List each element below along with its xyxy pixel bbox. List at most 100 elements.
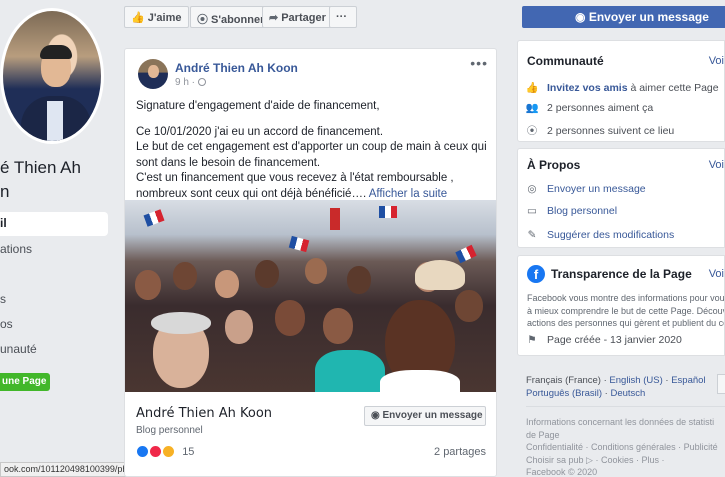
flag-shape (288, 235, 310, 253)
language-portuguese[interactable]: Português (Brasil) (526, 388, 602, 399)
community-see-all[interactable]: Voi (709, 55, 724, 67)
footer-line[interactable]: Informations concernant les données de s… (526, 416, 718, 429)
rss-icon: ⦿ (526, 125, 538, 137)
post-author[interactable]: André Thien Ah Koon (175, 61, 298, 75)
about-see-all[interactable]: Voi (709, 159, 724, 171)
about-category-row: ▭ Blog personnel (525, 205, 617, 217)
post-time-text: 9 h · (175, 77, 196, 88)
about-title: À Propos (527, 158, 581, 172)
likes-text: 2 personnes aiment ça (547, 102, 654, 114)
like-reaction-icon (136, 445, 149, 458)
suggest-row[interactable]: ✎ Suggérer des modifications (525, 229, 675, 241)
post-line-text: nombreux sont ceux qui ont déjà bénéfici… (136, 187, 367, 200)
post-message-button[interactable]: ◉ Envoyer un message (364, 406, 486, 426)
more-button[interactable]: ··· (329, 6, 357, 28)
flag-shape (379, 206, 397, 218)
nav-photos[interactable]: os (0, 313, 108, 337)
shared-page-name[interactable]: André Thien Ah Koon (136, 406, 272, 421)
crowd-face (173, 262, 197, 290)
avatar-hair (40, 45, 72, 59)
crowd-face (135, 270, 161, 300)
suggest-link[interactable]: Suggérer des modifications (547, 229, 674, 241)
footer-line[interactable]: Choisir sa pub ▷ · Cookies · Plus · (526, 454, 718, 467)
messenger-icon: ◉ (371, 410, 383, 421)
author-avatar-head (148, 65, 159, 78)
language-spanish[interactable]: Español (671, 375, 705, 386)
shared-page-category: Blog personnel (136, 425, 203, 436)
haha-reaction-icon (162, 445, 176, 458)
like-button[interactable]: 👍 J'aime (124, 6, 189, 28)
language-german[interactable]: Deutsch (610, 388, 645, 399)
followers-text: 2 personnes suivent ce lieu (547, 125, 675, 137)
share-label: Partager (281, 12, 326, 24)
flag-icon: ⚑ (527, 334, 537, 346)
about-message-row[interactable]: ◎ Envoyer un message (525, 183, 646, 195)
language-english[interactable]: English (US) (609, 375, 662, 386)
transparency-desc-line: Facebook vous montre des informations po… (527, 293, 725, 303)
invite-row[interactable]: 👍 Invitez vos amis à aimer cette Page (525, 81, 718, 94)
transparency-description: Facebook vous montre des informations po… (527, 292, 725, 330)
hat-shape (415, 260, 465, 290)
likes-row: 👥 2 personnes aiment ça (525, 101, 653, 114)
nav-community[interactable]: unauté (0, 338, 108, 362)
crowd-face (347, 266, 371, 294)
rss-icon: ⦿ (197, 14, 208, 26)
transparency-title: Transparence de la Page (551, 267, 692, 281)
about-message-link[interactable]: Envoyer un message (547, 183, 646, 195)
messenger-icon: ◎ (527, 183, 537, 195)
follow-button[interactable]: ⦿ S'abonner (190, 6, 272, 28)
post-timestamp[interactable]: 9 h · (175, 77, 207, 88)
post-line: Ce 10/01/2020 j'ai eu un accord de finan… (136, 125, 384, 138)
post-photo[interactable] (125, 200, 496, 392)
post-text: Signature d'engagement d'aide de finance… (136, 99, 491, 202)
post-options-icon[interactable]: ••• (470, 55, 488, 71)
reaction-summary[interactable]: 15 (136, 445, 194, 458)
followers-row: ⦿ 2 personnes suivent ce lieu (525, 123, 675, 138)
community-title: Communauté (527, 54, 604, 68)
transparency-see-all[interactable]: Voi (709, 268, 724, 280)
share-count[interactable]: 2 partages (434, 446, 486, 458)
author-avatar[interactable] (138, 59, 168, 89)
post-line: Le but de cet engagement est d'apporter … (136, 141, 487, 153)
crowd-face (225, 310, 253, 344)
reaction-count: 15 (182, 446, 195, 458)
transparency-desc-line: à mieux comprendre le but de cette Page.… (527, 305, 725, 316)
woman-shirt (315, 350, 385, 392)
page-title: é Thien Ah (0, 158, 81, 177)
add-language-button[interactable] (717, 374, 725, 394)
post-line: C'est un financement que vous recevez à … (136, 172, 454, 184)
language-line: Português (Brasil) · Deutsch (526, 387, 706, 400)
messenger-icon: ◉ (575, 10, 589, 24)
nav-home[interactable]: il (0, 212, 108, 236)
thumbs-up-icon: 👍 (131, 12, 145, 24)
post-card: André Thien Ah Koon 9 h · ••• Signature … (124, 48, 497, 477)
nav-info[interactable]: ations (0, 238, 108, 262)
man-hair (151, 312, 211, 334)
footer-line[interactable]: de Page (526, 429, 718, 442)
language-line: Français (France) · English (US) · Españ… (526, 374, 706, 387)
follow-label: S'abonner (211, 14, 265, 26)
share-icon: ➦ (269, 12, 279, 24)
create-page-button[interactable]: une Page (0, 373, 50, 391)
nav-posts[interactable]: s (0, 288, 108, 312)
likes-icon: 👥 (525, 102, 539, 114)
invite-icon: 👍 (525, 82, 539, 94)
left-column: é Thien Ah n il ations s os unauté une P… (0, 0, 210, 477)
send-message-button[interactable]: ◉ Envoyer un message (522, 6, 725, 28)
footer-line: Facebook © 2020 (526, 467, 598, 477)
profile-picture[interactable] (0, 8, 104, 144)
globe-icon (198, 78, 207, 86)
post-message-label: Envoyer un message (382, 410, 483, 421)
invite-link[interactable]: Invitez vos amis (547, 82, 628, 94)
share-button[interactable]: ➦ Partager (262, 6, 333, 28)
flag-shape (330, 208, 340, 230)
facebook-icon: f (527, 265, 545, 283)
see-more-link[interactable]: Afficher la suite (369, 188, 447, 200)
page-created-text: Page créée - 13 janvier 2020 (547, 334, 682, 346)
about-category[interactable]: Blog personnel (547, 205, 617, 217)
flag-shape (455, 244, 477, 264)
crowd-face (455, 290, 483, 322)
post-line: sont dans le besoin de financement. (136, 156, 321, 169)
footer-line[interactable]: Confidentialité · Conditions générales ·… (526, 441, 718, 454)
crowd-face (275, 300, 305, 336)
